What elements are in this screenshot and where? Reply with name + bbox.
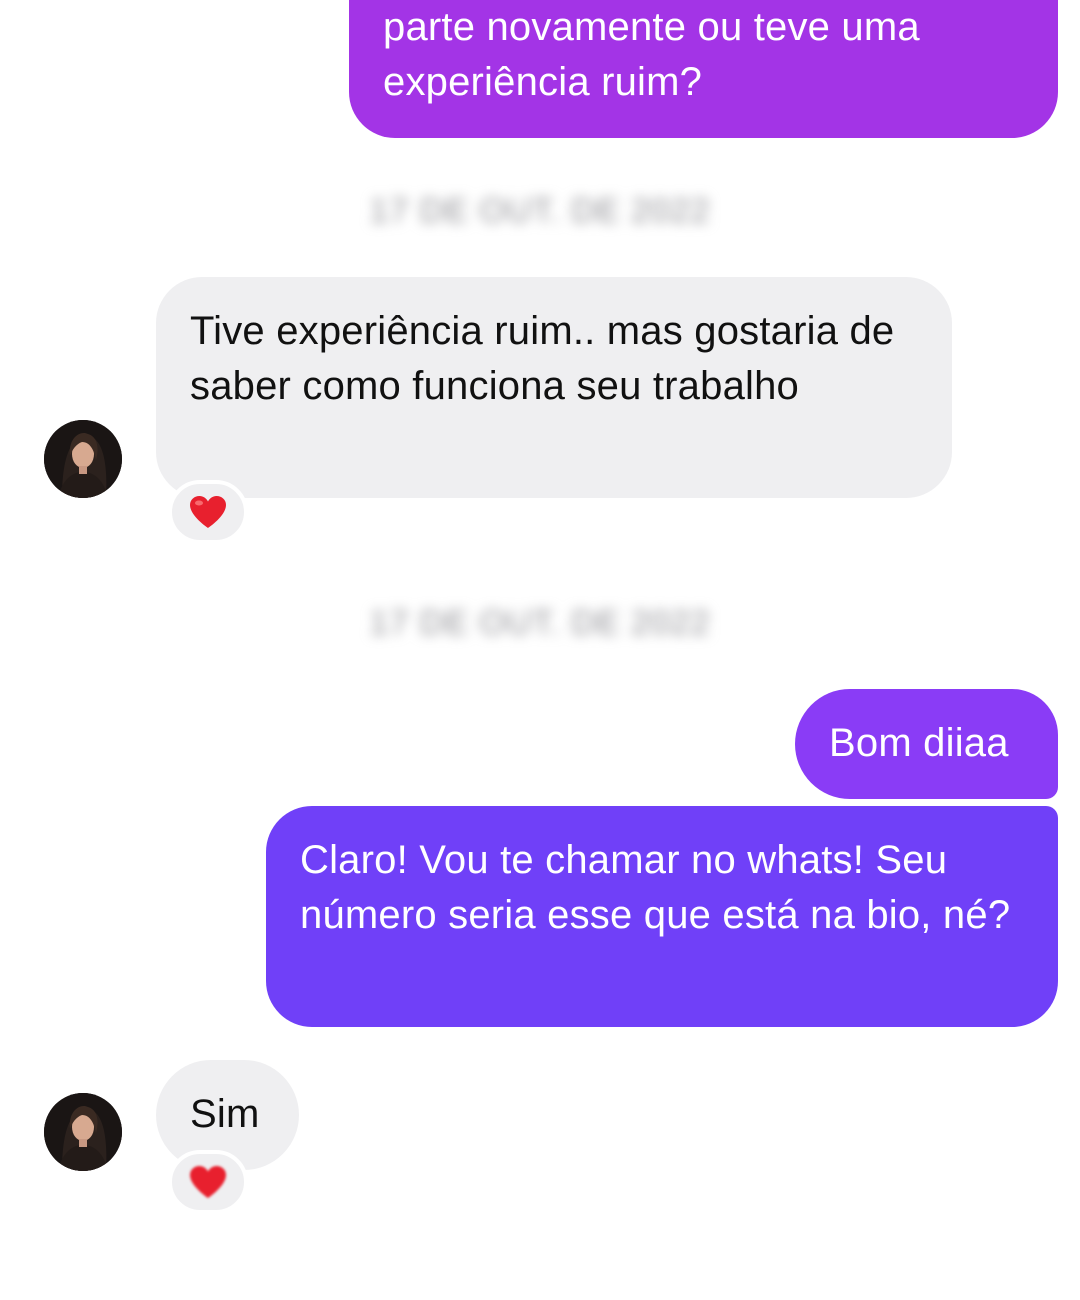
outgoing-message-bubble[interactable]: Bom diiaa — [795, 689, 1058, 799]
message-text: Claro! Vou te chamar no whats! Seu númer… — [300, 838, 1011, 937]
outgoing-message-bubble[interactable]: parte novamente ou teve uma experiência … — [349, 0, 1058, 138]
avatar[interactable] — [44, 1093, 122, 1171]
user-avatar-photo — [44, 420, 122, 498]
message-reaction[interactable] — [168, 480, 248, 544]
heart-icon — [190, 1166, 226, 1198]
avatar[interactable] — [44, 420, 122, 498]
date-separator: 17 DE OUT. DE 2022 — [369, 192, 711, 230]
message-text: Sim — [190, 1092, 260, 1136]
message-text: parte novamente ou teve uma experiência … — [383, 5, 920, 104]
message-reaction[interactable] — [168, 1150, 248, 1214]
incoming-message-bubble[interactable]: Tive experiência ruim.. mas gostaria de … — [156, 277, 952, 498]
outgoing-message-bubble[interactable]: Claro! Vou te chamar no whats! Seu númer… — [266, 806, 1058, 1027]
user-avatar-photo — [44, 1093, 122, 1171]
date-separator: 17 DE OUT. DE 2022 — [369, 604, 711, 642]
message-text: Bom diiaa — [829, 721, 1009, 765]
heart-icon — [190, 496, 226, 528]
message-text: Tive experiência ruim.. mas gostaria de … — [190, 309, 895, 408]
